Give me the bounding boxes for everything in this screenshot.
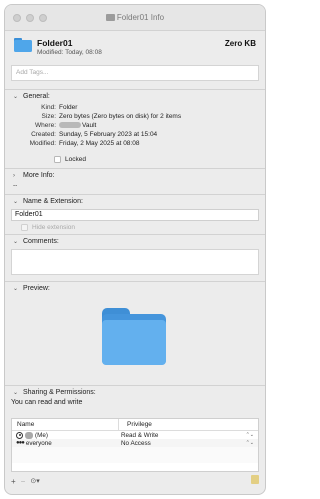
- tags-field[interactable]: Add Tags...: [11, 65, 259, 81]
- permissions-header: Name Privilege: [12, 419, 258, 431]
- add-button[interactable]: +: [11, 477, 16, 486]
- preview-disclosure[interactable]: ⌄ Preview:: [5, 282, 265, 295]
- created-value: Sunday, 5 February 2023 at 15:04: [59, 131, 158, 138]
- sharing-section: ⌄ Sharing & Permissions: You can read and…: [5, 385, 265, 472]
- locked-checkbox-row[interactable]: Locked: [5, 154, 265, 164]
- name-extension-label: Name & Extension:: [23, 198, 83, 205]
- user-name: (Me): [35, 431, 48, 439]
- name-field[interactable]: Folder01: [11, 209, 259, 221]
- privilege-select[interactable]: Read & Write ⌃⌄: [119, 432, 258, 439]
- permission-name: (Me): [12, 431, 119, 439]
- chevron-down-icon: ⌄: [13, 239, 19, 245]
- where-value: Vault: [59, 122, 96, 129]
- remove-button[interactable]: −: [21, 477, 26, 486]
- where-value-text: Vault: [82, 122, 97, 129]
- privilege-value: Read & Write: [121, 431, 159, 439]
- chevron-down-icon: ⌄: [13, 94, 19, 100]
- general-disclosure[interactable]: ⌄ General:: [5, 90, 265, 103]
- column-privilege[interactable]: Privilege: [119, 421, 152, 428]
- sharing-label: Sharing & Permissions:: [23, 389, 96, 396]
- group-name: everyone: [25, 439, 52, 447]
- title-bar: Folder01 Info: [5, 5, 265, 31]
- preview-label: Preview:: [23, 285, 50, 292]
- hide-extension-checkbox: [21, 224, 28, 231]
- modified-label: Modified:: [29, 140, 56, 147]
- permissions-toolbar: + − ⊙▾: [11, 474, 259, 488]
- sharing-disclosure[interactable]: ⌄ Sharing & Permissions:: [5, 386, 265, 399]
- info-header: Folder01 Modified: Today, 08:08 Zero KB: [5, 31, 265, 65]
- folder-icon: [14, 38, 32, 52]
- updown-chevron-icon: ⌃⌄: [245, 439, 254, 446]
- size-label: Size:: [41, 113, 56, 120]
- modified-row: Modified: Friday, 2 May 2025 at 08:08: [5, 139, 265, 148]
- updown-chevron-icon: ⌃⌄: [245, 431, 254, 438]
- kind-row: Kind: Folder: [5, 103, 265, 112]
- size-row: Size: Zero bytes (Zero bytes on disk) for…: [5, 112, 265, 121]
- redacted-path: [59, 122, 81, 128]
- name-extension-disclosure[interactable]: ⌄ Name & Extension:: [5, 195, 265, 208]
- size-value: Zero bytes (Zero bytes on disk) for 2 it…: [59, 113, 182, 120]
- chevron-down-icon: ⌄: [13, 199, 19, 205]
- lock-icon[interactable]: [251, 475, 259, 484]
- locked-checkbox[interactable]: [54, 155, 61, 163]
- name-extension-section: ⌄ Name & Extension: Folder01 Hide extensi…: [5, 194, 265, 234]
- kind-label: Kind:: [41, 104, 56, 111]
- item-name: Folder01: [37, 38, 73, 48]
- folder-icon: [102, 308, 166, 365]
- redacted-username: [25, 431, 33, 439]
- chevron-down-icon: ▾: [36, 478, 40, 485]
- permission-status: You can read and write: [11, 399, 83, 406]
- group-icon: ●●●: [16, 440, 25, 446]
- where-label: Where:: [35, 122, 56, 129]
- column-name[interactable]: Name: [12, 419, 119, 430]
- item-modified: Modified: Today, 08:08: [37, 49, 102, 56]
- permission-name: ●●● everyone: [12, 440, 119, 447]
- table-row[interactable]: ●●● everyone No Access ⌃⌄: [12, 439, 258, 447]
- user-icon: [16, 431, 23, 439]
- privilege-value: No Access: [121, 439, 151, 447]
- privilege-select[interactable]: No Access ⌃⌄: [119, 440, 258, 447]
- created-row: Created: Sunday, 5 February 2023 at 15:04: [5, 130, 265, 139]
- chevron-down-icon: ⌄: [13, 390, 19, 396]
- item-size: Zero KB: [224, 39, 256, 48]
- preview-area: [5, 295, 265, 385]
- locked-label: Locked: [65, 155, 86, 163]
- general-section: ⌄ General: Kind: Folder Size: Zero bytes (Z…: [5, 89, 265, 168]
- window-title-text: Folder01 Info: [116, 13, 165, 22]
- window-title: Folder01 Info: [5, 13, 265, 22]
- general-label: General:: [23, 93, 50, 100]
- comments-label: Comments:: [23, 238, 59, 245]
- kind-value: Folder: [59, 104, 78, 111]
- comments-field[interactable]: [11, 249, 259, 275]
- comments-section: ⌄ Comments:: [5, 234, 265, 275]
- folder-icon: [105, 14, 115, 21]
- permissions-table: Name Privilege (Me) Read & Write ⌃⌄ ●●● ev…: [11, 418, 259, 472]
- table-row-empty: [12, 447, 258, 455]
- preview-section: ⌄ Preview:: [5, 281, 265, 385]
- chevron-right-icon: ›: [13, 172, 15, 179]
- hide-extension-label: Hide extension: [32, 224, 75, 231]
- created-label: Created:: [31, 131, 56, 138]
- table-row[interactable]: (Me) Read & Write ⌃⌄: [12, 431, 258, 439]
- action-menu-button[interactable]: ⊙▾: [30, 477, 39, 485]
- where-row: Where: Vault: [5, 121, 265, 130]
- modified-value: Friday, 2 May 2025 at 08:08: [59, 140, 140, 147]
- more-info-value: --: [13, 182, 18, 189]
- more-info-disclosure[interactable]: › More Info:: [5, 169, 265, 182]
- more-info-section: › More Info: --: [5, 168, 265, 194]
- info-window: Folder01 Info Folder01 Modified: Today, …: [4, 4, 266, 495]
- table-row-empty: [12, 455, 258, 463]
- chevron-down-icon: ⌄: [13, 286, 19, 292]
- comments-disclosure[interactable]: ⌄ Comments:: [5, 235, 265, 248]
- hide-extension-row: Hide extension: [5, 221, 265, 234]
- more-info-label: More Info:: [23, 172, 55, 179]
